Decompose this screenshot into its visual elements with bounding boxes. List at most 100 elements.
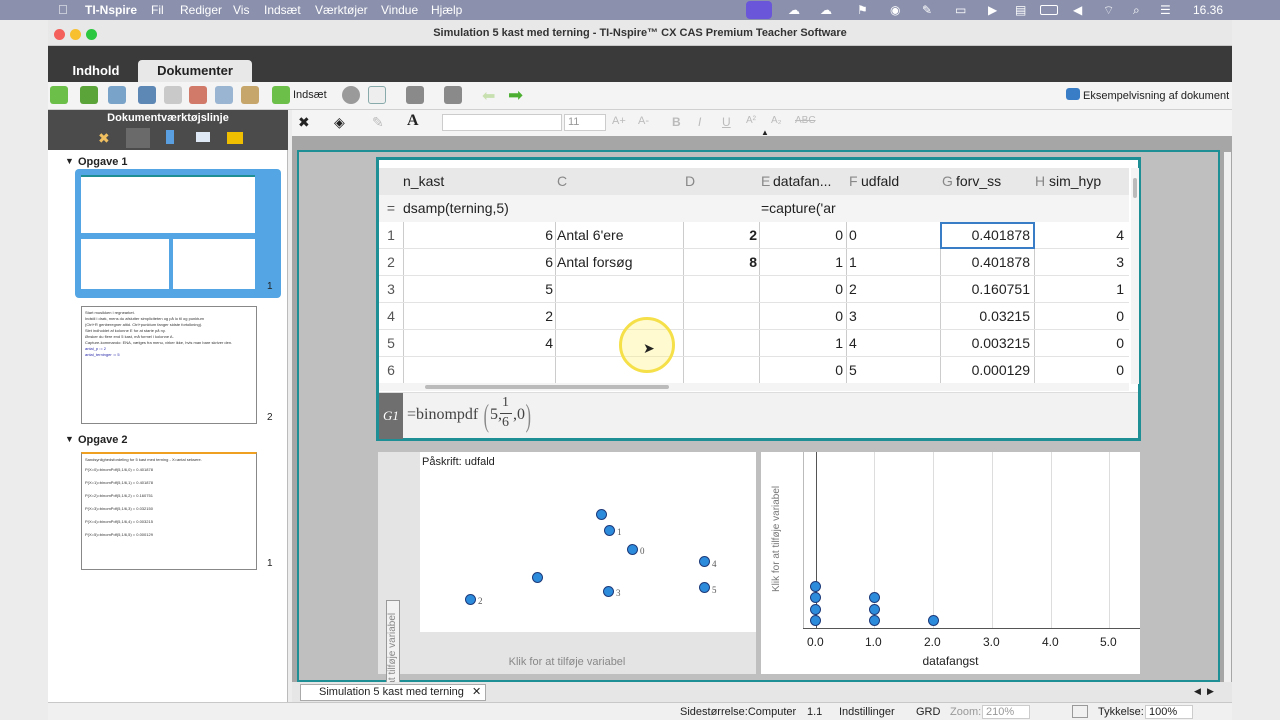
- col-h-header[interactable]: sim_hyp: [1049, 168, 1129, 195]
- data-point[interactable]: [699, 582, 710, 593]
- flag-icon[interactable]: ⚑: [857, 3, 868, 17]
- cell-d6[interactable]: [685, 357, 757, 384]
- undo-icon[interactable]: [138, 86, 156, 104]
- transfer-icon[interactable]: [444, 86, 462, 104]
- cloud-icon[interactable]: ☁: [788, 3, 800, 17]
- tab-documents[interactable]: Dokumenter: [138, 60, 252, 82]
- cell-b6[interactable]: [403, 357, 553, 384]
- data-point[interactable]: [603, 586, 614, 597]
- wifi-icon[interactable]: ⌔: [1103, 3, 1114, 18]
- menu-edit[interactable]: Rediger: [180, 3, 222, 17]
- line-color-icon[interactable]: ✎: [372, 114, 384, 131]
- selected-cell[interactable]: [940, 222, 1035, 249]
- cell-h4[interactable]: 0: [1036, 303, 1124, 330]
- cell-g3[interactable]: 0.160751: [942, 276, 1030, 303]
- layout-icon[interactable]: [368, 86, 386, 104]
- cell-e1[interactable]: 0: [761, 222, 843, 249]
- row-number[interactable]: 5: [379, 330, 403, 357]
- zoom-select[interactable]: 210%: [982, 705, 1030, 719]
- row-number[interactable]: 3: [379, 276, 403, 303]
- control-center-icon[interactable]: ☰: [1160, 3, 1171, 17]
- copy-icon[interactable]: [215, 86, 233, 104]
- cell-g5[interactable]: 0.003215: [942, 330, 1030, 357]
- play-icon[interactable]: ▶: [988, 3, 997, 17]
- cell-d4[interactable]: [685, 303, 757, 330]
- cell-b1[interactable]: 6: [403, 222, 553, 249]
- cell-h6[interactable]: 0: [1036, 357, 1124, 384]
- settings-button[interactable]: Indstillinger: [839, 706, 895, 718]
- handheld-icon[interactable]: [166, 130, 174, 144]
- scrollbar-thumb[interactable]: [425, 385, 669, 389]
- col-f-header[interactable]: udfald: [861, 168, 941, 195]
- fraction-numerator[interactable]: 1: [502, 395, 509, 411]
- entry-formula[interactable]: =binompdf: [407, 406, 478, 424]
- cell-f5[interactable]: 4: [849, 330, 937, 357]
- redo-icon[interactable]: [164, 86, 182, 104]
- menu-help[interactable]: Hjælp: [431, 3, 462, 17]
- dotplot-point[interactable]: [810, 603, 821, 615]
- plot1-xlabel[interactable]: Klik for at tilføje variabel: [378, 656, 756, 668]
- scrollbar-thumb[interactable]: [1133, 178, 1137, 198]
- cell-h5[interactable]: 0: [1036, 330, 1124, 357]
- col-b-header[interactable]: n_kast: [403, 168, 553, 195]
- search-icon[interactable]: ⌕: [1133, 3, 1140, 18]
- underline-icon[interactable]: U: [722, 115, 731, 129]
- open-document-icon[interactable]: [80, 86, 98, 104]
- cell-b4[interactable]: 2: [403, 303, 553, 330]
- col-f-letter[interactable]: F: [849, 168, 861, 195]
- cell-e2[interactable]: 1: [761, 249, 843, 276]
- data-point[interactable]: [532, 572, 543, 583]
- variables-icon[interactable]: [342, 86, 360, 104]
- circle-icon[interactable]: ◉: [890, 3, 900, 17]
- cell-h2[interactable]: 3: [1036, 249, 1124, 276]
- page-thumbnail-2[interactable]: Start musikken i regnearket. Indstil i d…: [81, 306, 257, 424]
- page-size[interactable]: Sidestørrelse:Computer: [680, 706, 796, 718]
- col-e-header[interactable]: datafan...: [773, 168, 843, 195]
- screen-record-icon[interactable]: [746, 1, 772, 19]
- superscript-icon[interactable]: A²: [746, 115, 756, 126]
- cell-g4[interactable]: 0.03215: [942, 303, 1030, 330]
- col-g-header[interactable]: forv_ss: [956, 168, 1036, 195]
- save-icon[interactable]: [108, 86, 126, 104]
- data-plot-2[interactable]: Klik for at tilføje variabel 0.0 1.0 2.0…: [761, 452, 1140, 674]
- lists-spreadsheet[interactable]: n_kast C D E datafan... F udfald G forv_…: [376, 157, 1141, 441]
- row-number[interactable]: 4: [379, 303, 403, 330]
- data-plot-1[interactable]: Påskrift: udfald Klik for at tilføje var…: [378, 452, 756, 720]
- cell-f6[interactable]: 5: [849, 357, 937, 384]
- menu-view[interactable]: Vis: [233, 3, 249, 17]
- back-arrow-icon[interactable]: ⬅: [482, 86, 495, 106]
- dotplot-point[interactable]: [810, 615, 821, 626]
- forward-arrow-icon[interactable]: ➡: [508, 85, 523, 106]
- cell-h3[interactable]: 1: [1036, 276, 1124, 303]
- cell-f3[interactable]: 2: [849, 276, 937, 303]
- menu-file[interactable]: Fil: [151, 3, 164, 17]
- problem2-label[interactable]: Opgave 2: [78, 434, 128, 446]
- window-icon[interactable]: ▭: [955, 3, 966, 17]
- cell-e6[interactable]: 0: [761, 357, 843, 384]
- cell-b2[interactable]: 6: [403, 249, 553, 276]
- cell-c2[interactable]: Antal forsøg: [557, 249, 681, 276]
- clipboard-icon[interactable]: ▤: [1015, 3, 1026, 17]
- dotplot-point[interactable]: [868, 592, 880, 604]
- data-point[interactable]: [627, 544, 638, 555]
- cell-d2[interactable]: 8: [685, 249, 757, 276]
- dotplot-point[interactable]: [927, 615, 939, 626]
- cell-f1[interactable]: 0: [849, 222, 937, 249]
- row-number[interactable]: 1: [379, 222, 403, 249]
- dotplot-point[interactable]: [810, 592, 821, 604]
- dotplot-point[interactable]: [810, 581, 821, 593]
- pen-icon[interactable]: ✎: [922, 3, 932, 17]
- horizontal-scrollbar[interactable]: [379, 383, 1129, 391]
- bold-icon[interactable]: B: [672, 115, 681, 129]
- next-page-icon[interactable]: ▶: [1207, 686, 1214, 697]
- cell-d5[interactable]: [685, 330, 757, 357]
- increase-font-icon[interactable]: A+: [612, 115, 626, 127]
- entry-args[interactable]: 5,: [490, 406, 502, 424]
- cell-c1[interactable]: Antal 6'ere: [557, 222, 681, 249]
- tools-icon[interactable]: ✖: [98, 130, 110, 147]
- insert-icon[interactable]: [272, 86, 290, 104]
- dotplot-point[interactable]: [868, 615, 880, 626]
- cell-d3[interactable]: [685, 276, 757, 303]
- problem1-label[interactable]: Opgave 1: [78, 156, 128, 168]
- subscript-icon[interactable]: A₂: [771, 115, 782, 126]
